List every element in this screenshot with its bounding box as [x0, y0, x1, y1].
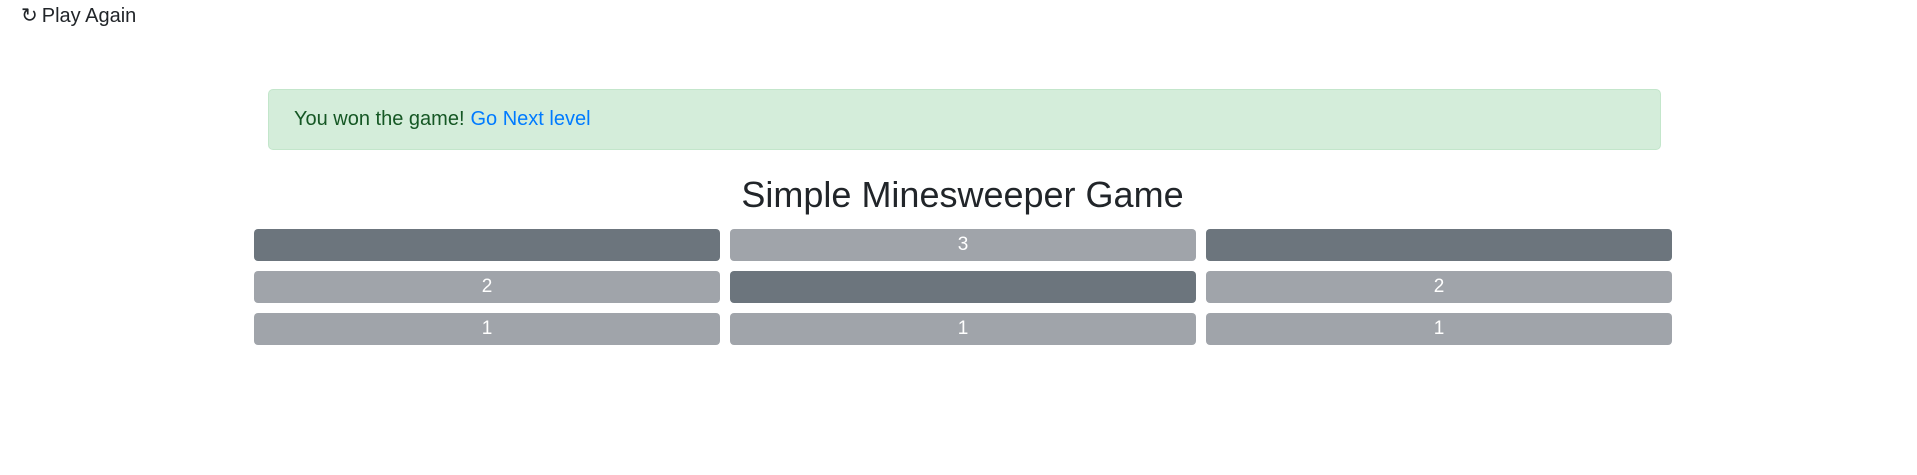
board-cell[interactable] — [1206, 229, 1672, 261]
board-cell[interactable] — [254, 229, 720, 261]
play-again-button[interactable]: ↻ Play Again — [21, 4, 136, 28]
board-row: 1 1 1 — [254, 313, 1674, 345]
next-level-link[interactable]: Go Next level — [471, 108, 591, 131]
play-again-label: Play Again — [41, 5, 137, 27]
win-alert: You won the game! Go Next level — [268, 89, 1661, 150]
board-cell[interactable]: 1 — [254, 313, 720, 345]
board-cell[interactable] — [730, 271, 1196, 303]
page-title: Simple Minesweeper Game — [0, 170, 1917, 220]
board-row: 2 2 — [254, 271, 1674, 303]
board-cell[interactable]: 3 — [730, 229, 1196, 261]
board-row: 3 — [254, 229, 1674, 261]
board-cell[interactable]: 2 — [254, 271, 720, 303]
page-title-text: Simple Minesweeper Game — [741, 174, 1184, 215]
game-board: 3 2 2 1 1 1 — [254, 229, 1674, 355]
board-cell[interactable]: 1 — [1206, 313, 1672, 345]
board-cell[interactable]: 1 — [730, 313, 1196, 345]
win-message: You won the game! — [294, 108, 465, 130]
refresh-icon: ↻ — [21, 5, 38, 27]
board-cell[interactable]: 2 — [1206, 271, 1672, 303]
